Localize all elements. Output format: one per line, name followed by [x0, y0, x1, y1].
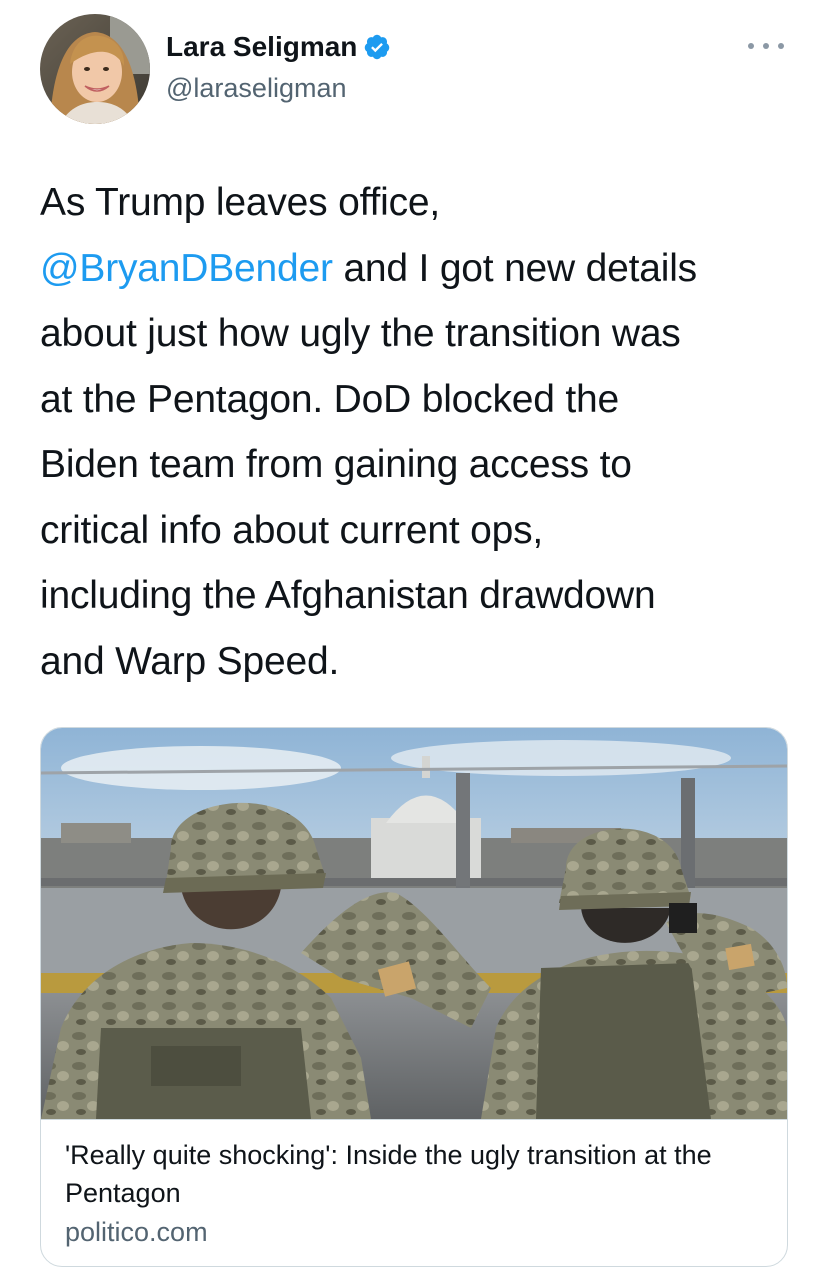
tweet-text-line: critical info about current ops,	[40, 508, 544, 552]
tweet-text-line: As Trump leaves office,	[40, 181, 441, 224]
more-options-icon[interactable]	[748, 36, 784, 56]
tweet-text: As Trump leaves office, @BryanDBender an…	[40, 170, 790, 694]
more-dot-icon	[778, 43, 784, 49]
card-domain[interactable]: politico.com	[65, 1215, 208, 1249]
avatar-image	[40, 14, 150, 124]
tweet-text-line: at the Pentagon. DoD blocked the	[40, 377, 619, 421]
author-name-row[interactable]: Lara Seligman	[166, 30, 391, 64]
card-title[interactable]: 'Really quite shocking': Inside the ugly…	[65, 1136, 775, 1212]
author-display-name[interactable]: Lara Seligman	[166, 30, 357, 64]
more-dot-icon	[748, 43, 754, 49]
tweet-text-line: including the Afghanistan drawdown	[40, 574, 656, 617]
tweet-text-line: about just how ugly the transition was	[40, 312, 681, 355]
author-avatar[interactable]	[40, 14, 150, 124]
verified-badge-icon	[363, 33, 391, 61]
card-divider	[41, 1119, 787, 1120]
mention-link[interactable]: @BryanDBender	[40, 247, 333, 290]
author-handle[interactable]: @laraseligman	[166, 72, 346, 104]
tweet-text-line: @BryanDBender and I got new details	[40, 236, 790, 302]
link-preview-card[interactable]: 'Really quite shocking': Inside the ugly…	[40, 727, 788, 1267]
more-dot-icon	[763, 43, 769, 49]
card-image[interactable]	[41, 728, 787, 1119]
tweet-text-line: and Warp Speed.	[40, 639, 340, 683]
tweet-text-line: Biden team from gaining access to	[40, 443, 632, 486]
tweet-text-fragment: and I got new details	[343, 246, 697, 290]
